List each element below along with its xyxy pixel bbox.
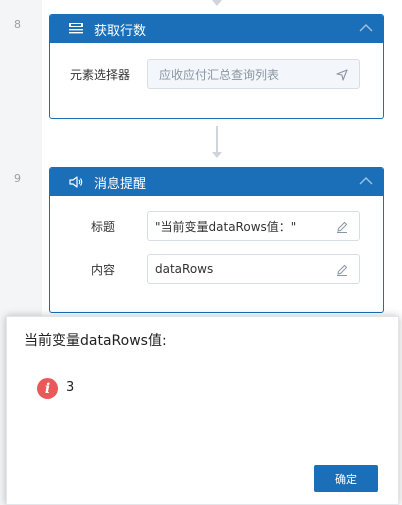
content-field[interactable]: dataRows	[147, 254, 360, 284]
ok-button[interactable]: 确定	[314, 465, 378, 492]
step-header[interactable]: 消息提醒	[50, 168, 383, 196]
field-value: "当前变量dataRows值："	[155, 219, 297, 234]
field-value: dataRows	[155, 262, 214, 276]
element-selector-field[interactable]: 应收应付汇总查询列表	[147, 59, 360, 89]
step-title: 消息提醒	[94, 176, 147, 192]
field-label: 元素选择器	[70, 68, 131, 82]
message-dialog: 当前变量dataRows值: i 3 确定	[6, 316, 399, 505]
connector-arrow	[212, 0, 222, 6]
step-number: 8	[14, 18, 21, 31]
collapse-chevron-icon[interactable]	[359, 22, 373, 34]
edit-pencil-icon[interactable]	[335, 220, 349, 234]
connector-line	[216, 126, 218, 153]
step-card-get-row-count[interactable]: 获取行数 元素选择器 应收应付汇总查询列表	[49, 14, 384, 119]
dialog-title: 当前变量dataRows值:	[24, 333, 167, 349]
step-number: 9	[14, 172, 21, 185]
field-label: 内容	[91, 263, 116, 277]
field-label: 标题	[91, 220, 116, 234]
speaker-icon	[68, 175, 84, 189]
step-header[interactable]: 获取行数	[50, 15, 383, 43]
ssp-table-icon	[68, 22, 84, 36]
title-field[interactable]: "当前变量dataRows值："	[147, 211, 360, 241]
step-card-message-alert[interactable]: 消息提醒 标题 "当前变量dataRows值：" 内容 dataRows	[49, 167, 384, 313]
edit-pencil-icon[interactable]	[335, 263, 349, 277]
dialog-message: 3	[66, 380, 75, 395]
info-icon: i	[37, 378, 58, 399]
step-title: 获取行数	[94, 23, 147, 39]
field-value: 应收应付汇总查询列表	[159, 67, 280, 82]
connector-arrow	[212, 152, 222, 158]
locate-arrow-icon[interactable]	[335, 68, 349, 82]
collapse-chevron-icon[interactable]	[359, 175, 373, 187]
